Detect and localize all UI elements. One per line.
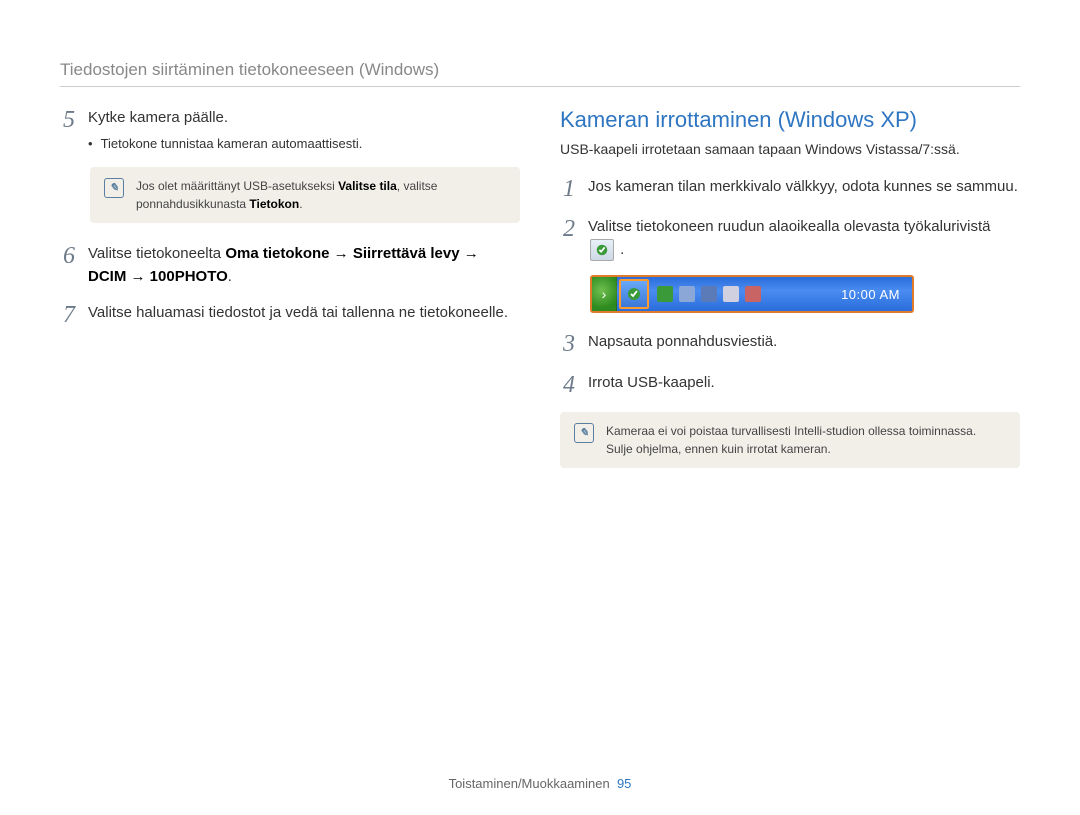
- step-number: 2: [560, 216, 578, 242]
- left-column: 5 Kytke kamera päälle. Tietokone tunnist…: [60, 107, 520, 488]
- manual-page: Tiedostojen siirtäminen tietokoneeseen (…: [0, 0, 1080, 815]
- step-text-segment: .: [228, 268, 232, 285]
- step-body: Napsauta ponnahdusviestiä.: [588, 331, 1020, 354]
- step-body: Irrota USB-kaapeli.: [588, 372, 1020, 395]
- step-number: 6: [60, 243, 78, 269]
- tray-network-icon: [701, 286, 717, 302]
- step-number: 4: [560, 372, 578, 398]
- step-number: 3: [560, 331, 578, 357]
- step-text-segment: .: [620, 241, 624, 258]
- note-box-usb-mode: ✎ Jos olet määrittänyt USB-asetukseksi V…: [90, 167, 520, 223]
- tray-misc-icon: [745, 286, 761, 302]
- system-tray-icons: [651, 277, 829, 311]
- tray-volume-icon: [723, 286, 739, 302]
- tray-shield-icon: [657, 286, 673, 302]
- step-5: 5 Kytke kamera päälle. Tietokone tunnist…: [60, 107, 520, 153]
- two-column-layout: 5 Kytke kamera päälle. Tietokone tunnist…: [60, 107, 1020, 488]
- safely-remove-tray-highlighted: [619, 279, 649, 309]
- right-column: Kameran irrottaminen (Windows XP) USB-ka…: [560, 107, 1020, 488]
- page-footer: Toistaminen/Muokkaaminen 95: [0, 776, 1080, 791]
- note-segment: Jos olet määrittänyt USB-asetukseksi: [136, 179, 338, 193]
- step-body: Jos kameran tilan merkkivalo välkkyy, od…: [588, 176, 1020, 199]
- header-divider: [60, 86, 1020, 87]
- taskbar-clock: 10:00 AM: [829, 277, 912, 311]
- note-segment: .: [299, 197, 302, 211]
- step-body: Valitse haluamasi tiedostot ja vedä tai …: [88, 302, 520, 325]
- step-7: 7 Valitse haluamasi tiedostot ja vedä ta…: [60, 302, 520, 328]
- note-box-intelli-studio: ✎ Kameraa ei voi poistaa turvallisesti I…: [560, 412, 1020, 468]
- step-body: Valitse tietokoneen ruudun alaoikealla o…: [588, 216, 1020, 261]
- step-body: Kytke kamera päälle. Tietokone tunnistaa…: [88, 107, 520, 153]
- step-number: 1: [560, 176, 578, 202]
- note-bold: Tietokon: [249, 197, 299, 211]
- section-subtitle: USB-kaapeli irrotetaan samaan tapaan Win…: [560, 139, 1020, 160]
- safely-remove-icon: [590, 239, 614, 261]
- note-icon: ✎: [574, 423, 594, 443]
- note-text: Jos olet määrittänyt USB-asetukseksi Val…: [136, 177, 506, 213]
- step-text-segment: Valitse tietokoneelta: [88, 245, 225, 262]
- page-header-title: Tiedostojen siirtäminen tietokoneeseen (…: [60, 60, 1020, 80]
- bullet-text: Tietokone tunnistaa kameran automaattise…: [101, 134, 363, 154]
- step-6: 6 Valitse tietokoneelta Oma tietokone → …: [60, 243, 520, 288]
- note-icon: ✎: [104, 178, 124, 198]
- step-bullet: Tietokone tunnistaa kameran automaattise…: [88, 134, 520, 154]
- step-body: Valitse tietokoneelta Oma tietokone → Si…: [88, 243, 520, 288]
- footer-section: Toistaminen/Muokkaaminen: [449, 776, 610, 791]
- step-number: 5: [60, 107, 78, 133]
- tray-monitor-icon: [679, 286, 695, 302]
- step-text: Kytke kamera päälle.: [88, 107, 520, 130]
- step-2: 2 Valitse tietokoneen ruudun alaoikealla…: [560, 216, 1020, 261]
- step-3: 3 Napsauta ponnahdusviestiä.: [560, 331, 1020, 357]
- step-4: 4 Irrota USB-kaapeli.: [560, 372, 1020, 398]
- step-1: 1 Jos kameran tilan merkkivalo välkkyy, …: [560, 176, 1020, 202]
- note-line: Kameraa ei voi poistaa turvallisesti Int…: [606, 422, 976, 440]
- note-text: Kameraa ei voi poistaa turvallisesti Int…: [606, 422, 976, 458]
- windows-xp-taskbar-screenshot: › 10:00 AM: [590, 275, 914, 313]
- note-line: Sulje ohjelma, ennen kuin irrotat kamera…: [606, 440, 976, 458]
- step-text-segment: Valitse tietokoneen ruudun alaoikealla o…: [588, 218, 990, 235]
- section-heading: Kameran irrottaminen (Windows XP): [560, 107, 1020, 133]
- page-number: 95: [617, 776, 631, 791]
- step-number: 7: [60, 302, 78, 328]
- note-bold: Valitse tila: [338, 179, 397, 193]
- start-arrow-icon: ›: [592, 277, 617, 311]
